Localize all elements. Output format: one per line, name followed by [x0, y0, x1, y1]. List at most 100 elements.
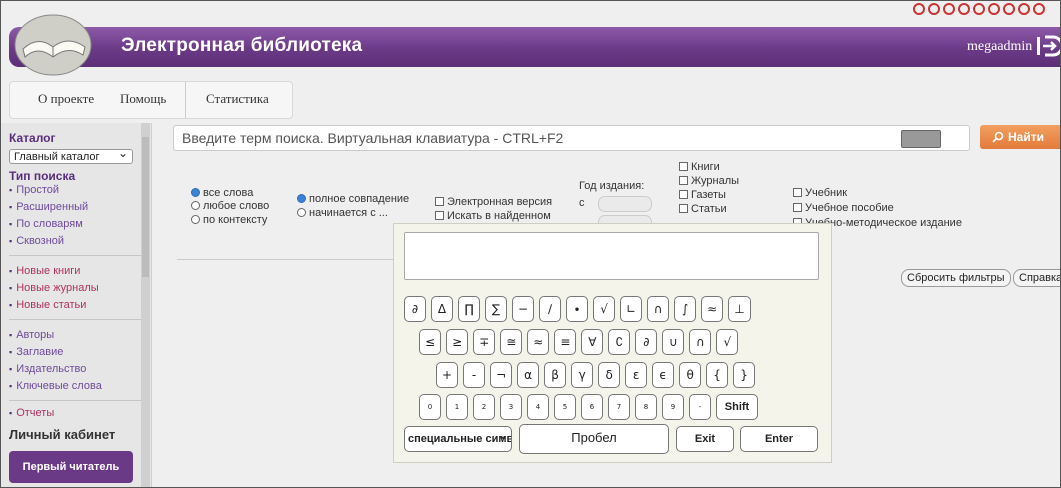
circle-icon[interactable]: [943, 3, 955, 15]
key[interactable]: ≥: [446, 329, 469, 355]
key[interactable]: ≡: [554, 329, 577, 355]
checkbox-search-in-found[interactable]: Искать в найденном: [435, 210, 551, 222]
key[interactable]: β: [544, 362, 567, 388]
radio-icon[interactable]: [191, 188, 200, 197]
key[interactable]: 6: [581, 394, 603, 420]
key[interactable]: 2: [473, 394, 495, 420]
key[interactable]: ⊥: [728, 296, 751, 322]
nav-statistics[interactable]: Статистика: [206, 91, 269, 107]
key[interactable]: ∁: [608, 329, 631, 355]
username[interactable]: megaadmin: [967, 39, 1032, 55]
radio-icon[interactable]: [297, 208, 306, 217]
key[interactable]: ∫: [674, 296, 697, 322]
key[interactable]: }: [733, 362, 756, 388]
find-button[interactable]: Найти: [980, 125, 1060, 149]
special-symbols-select[interactable]: специальные символы: [404, 426, 512, 452]
circle-icon[interactable]: [1033, 3, 1045, 15]
key[interactable]: +: [436, 362, 459, 388]
radio-all-words[interactable]: все слова: [191, 187, 253, 199]
checkbox-icon[interactable]: [793, 203, 802, 212]
checkbox-icon[interactable]: [679, 190, 688, 199]
key[interactable]: ∏: [458, 296, 480, 322]
key[interactable]: 3: [500, 394, 522, 420]
key[interactable]: ∟: [620, 296, 643, 322]
keyboard-icon[interactable]: [901, 130, 941, 148]
key[interactable]: 5: [554, 394, 576, 420]
key[interactable]: Δ: [431, 296, 453, 322]
key[interactable]: ≈: [527, 329, 550, 355]
circle-icon[interactable]: [988, 3, 1000, 15]
sidebar-item-keywords[interactable]: Ключевые слова: [9, 380, 102, 392]
key[interactable]: α: [517, 362, 540, 388]
sidebar-item-dictionaries[interactable]: По словарям: [9, 218, 83, 230]
checkbox-textbook[interactable]: Учебник: [793, 187, 847, 199]
key[interactable]: ∙: [566, 296, 589, 322]
exit-key[interactable]: Exit: [676, 426, 734, 452]
sidebar-item-advanced[interactable]: Расширенный: [9, 201, 88, 213]
circle-icon[interactable]: [928, 3, 940, 15]
radio-icon[interactable]: [191, 215, 200, 224]
key[interactable]: ≅: [500, 329, 523, 355]
key[interactable]: √: [593, 296, 616, 322]
checkbox-icon[interactable]: [679, 204, 688, 213]
radio-exact-match[interactable]: полное совпадение: [297, 193, 409, 205]
checkbox-study-guide[interactable]: Учебное пособие: [793, 202, 894, 214]
key[interactable]: 7: [608, 394, 630, 420]
sidebar-item-new-books[interactable]: Новые книги: [9, 265, 80, 277]
key[interactable]: γ: [571, 362, 594, 388]
sidebar-item-new-journals[interactable]: Новые журналы: [9, 282, 98, 294]
key[interactable]: −: [512, 296, 535, 322]
key[interactable]: ε: [625, 362, 648, 388]
sidebar-item-simple[interactable]: Простой: [9, 184, 59, 196]
sidebar-scrollbar[interactable]: [141, 123, 150, 487]
circle-icon[interactable]: [958, 3, 970, 15]
shift-key[interactable]: Shift: [716, 394, 758, 420]
checkbox-journals[interactable]: Журналы: [679, 175, 739, 187]
key[interactable]: ≤: [419, 329, 442, 355]
circle-icon[interactable]: [913, 3, 925, 15]
sidebar-item-authors[interactable]: Авторы: [9, 329, 54, 341]
checkbox-icon[interactable]: [679, 176, 688, 185]
key[interactable]: √: [716, 329, 739, 355]
catalog-select[interactable]: Главный каталог: [9, 146, 133, 164]
first-reader-button[interactable]: Первый читатель: [9, 451, 133, 483]
key[interactable]: ¬: [490, 362, 513, 388]
checkbox-books[interactable]: Книги: [679, 161, 720, 173]
key[interactable]: 0: [419, 394, 441, 420]
key[interactable]: 8: [635, 394, 657, 420]
key[interactable]: ∂: [404, 296, 426, 322]
key[interactable]: ∩: [647, 296, 670, 322]
key[interactable]: δ: [598, 362, 621, 388]
checkbox-icon[interactable]: [793, 188, 802, 197]
key[interactable]: -: [689, 394, 711, 420]
sidebar-item-titles[interactable]: Заглавие: [9, 346, 63, 358]
key[interactable]: ∪: [662, 329, 685, 355]
year-from-input[interactable]: [598, 196, 652, 212]
keyboard-text-area[interactable]: [404, 232, 819, 280]
key[interactable]: ∕: [539, 296, 562, 322]
radio-icon[interactable]: [297, 194, 306, 203]
key[interactable]: ∑: [485, 296, 507, 322]
radio-icon[interactable]: [191, 201, 200, 210]
radio-starts-with[interactable]: начинается с ...: [297, 207, 388, 219]
key[interactable]: ϵ: [652, 362, 675, 388]
key[interactable]: {: [706, 362, 729, 388]
checkbox-icon[interactable]: [435, 211, 444, 220]
sidebar-item-new-articles[interactable]: Новые статьи: [9, 299, 86, 311]
sidebar-item-crosscut[interactable]: Сквозной: [9, 235, 64, 247]
nav-help[interactable]: Помощь: [120, 91, 166, 107]
key[interactable]: ∂: [635, 329, 658, 355]
key[interactable]: θ: [679, 362, 702, 388]
enter-key[interactable]: Enter: [740, 426, 818, 452]
key[interactable]: ∓: [473, 329, 496, 355]
key[interactable]: 4: [527, 394, 549, 420]
sidebar-item-reports[interactable]: Отчеты: [9, 407, 54, 419]
checkbox-articles[interactable]: Статьи: [679, 203, 727, 215]
radio-context[interactable]: по контексту: [191, 214, 267, 226]
nav-about[interactable]: О проекте: [38, 91, 94, 107]
key[interactable]: 1: [446, 394, 468, 420]
help-button[interactable]: Справка: [1013, 269, 1060, 287]
scrollbar-thumb[interactable]: [142, 137, 149, 277]
checkbox-electronic[interactable]: Электронная версия: [435, 196, 552, 208]
checkbox-newspapers[interactable]: Газеты: [679, 189, 726, 201]
